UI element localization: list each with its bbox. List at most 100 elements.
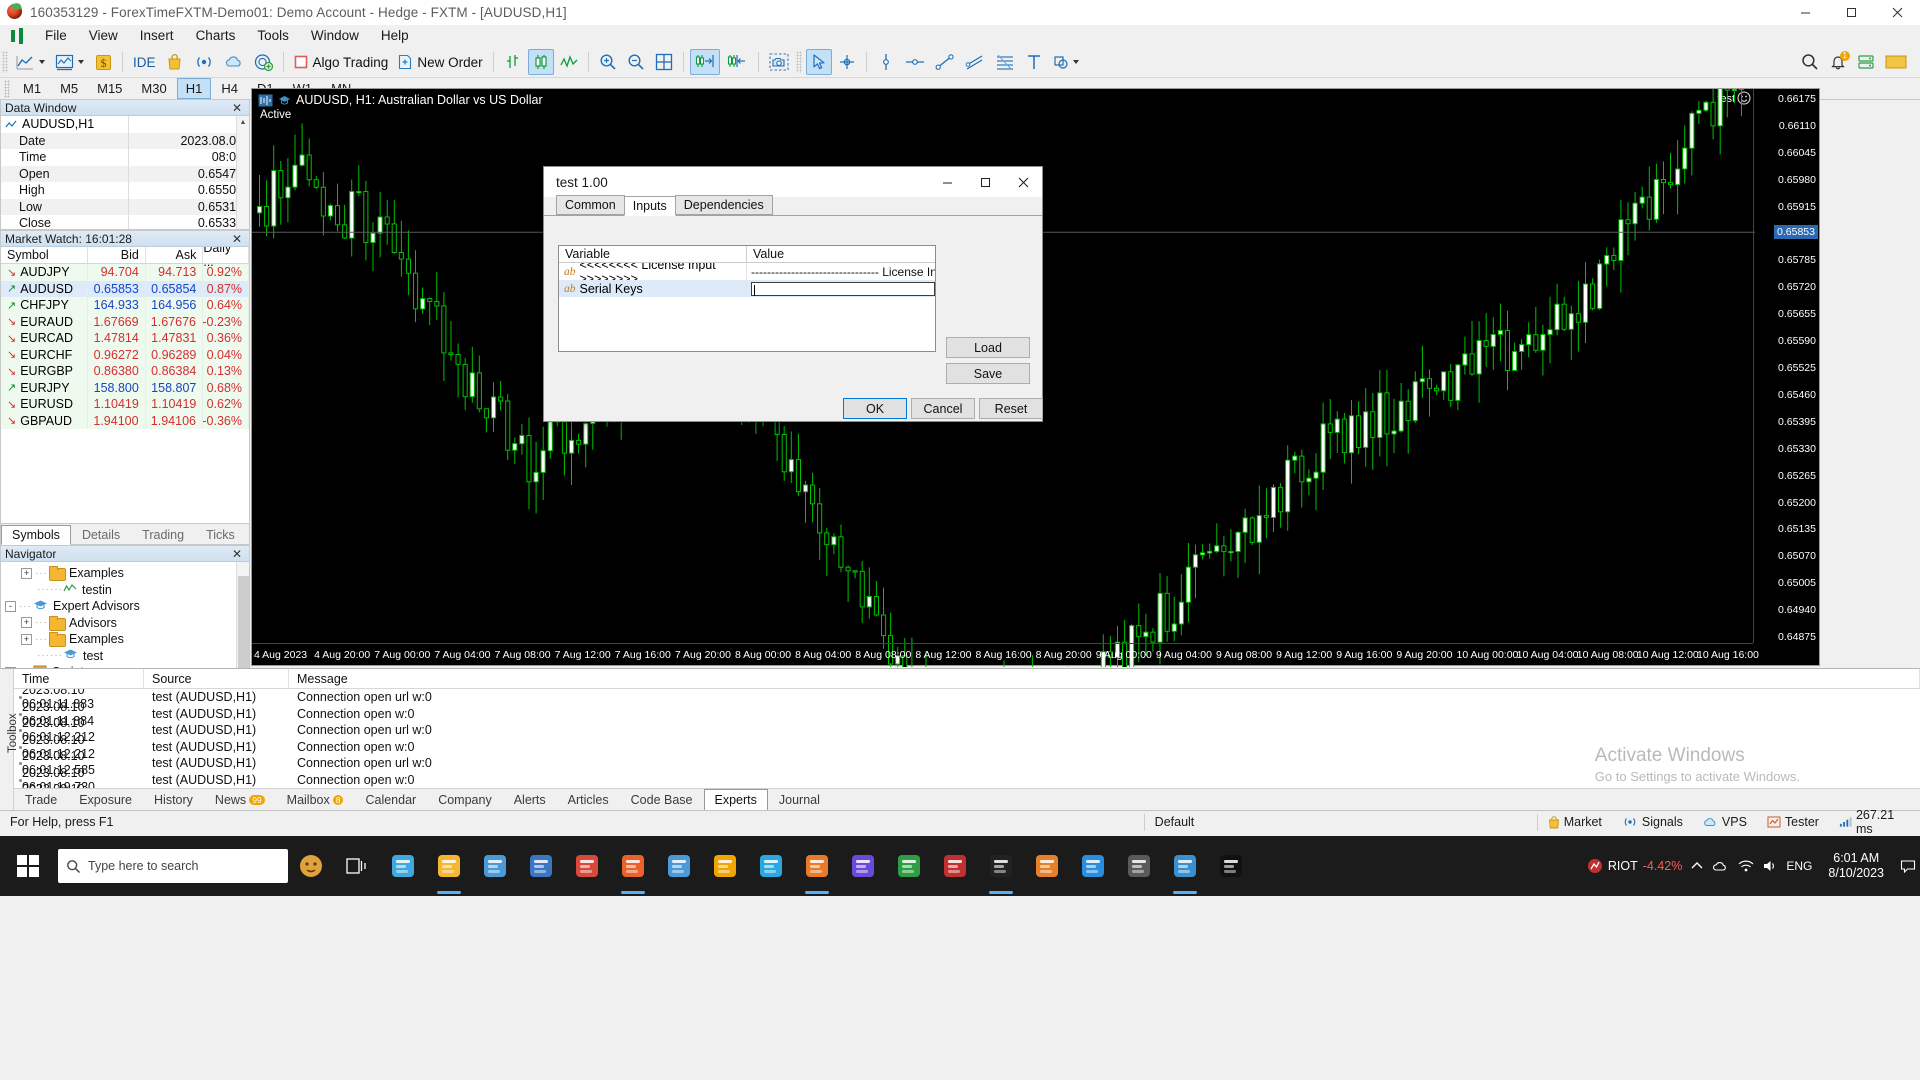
zoom-in-icon[interactable] xyxy=(595,49,621,75)
mql5-community-icon[interactable] xyxy=(250,49,277,75)
toolbox-tab-history[interactable]: History xyxy=(143,789,204,810)
toolbox-tab-exposure[interactable]: Exposure xyxy=(68,789,143,810)
brave-icon[interactable] xyxy=(794,836,840,896)
market-watch-row[interactable]: ↘EURCHF0.962720.962890.04% xyxy=(1,347,249,364)
toolbar-grip[interactable] xyxy=(2,51,8,73)
photos-icon[interactable] xyxy=(1116,836,1162,896)
tab-symbols[interactable]: Symbols xyxy=(1,525,71,545)
toolbox-tab-trade[interactable]: Trade xyxy=(14,789,68,810)
calculator-icon[interactable] xyxy=(1070,836,1116,896)
col-symbol[interactable]: Symbol xyxy=(1,247,88,263)
telegram-icon[interactable] xyxy=(748,836,794,896)
currency-icon[interactable]: $ xyxy=(90,49,116,75)
col-value[interactable]: Value xyxy=(747,246,935,262)
col-time[interactable]: Time xyxy=(14,669,144,688)
menu-window[interactable]: Window xyxy=(300,25,370,47)
candlestick-chart-icon[interactable] xyxy=(528,49,554,75)
market-watch-row[interactable]: ↘AUDJPY94.70494.7130.92% xyxy=(1,264,249,281)
timeframe-m30[interactable]: M30 xyxy=(132,78,175,99)
screenshot-icon[interactable] xyxy=(765,49,793,75)
window-minimize-button[interactable] xyxy=(1782,0,1828,25)
horizontal-line-icon[interactable] xyxy=(901,49,929,75)
market-watch-row[interactable]: ↗EURJPY158.800158.8070.68% xyxy=(1,380,249,397)
crosshair-icon[interactable] xyxy=(834,49,860,75)
tab-trading[interactable]: Trading xyxy=(131,525,195,544)
timeframe-m5[interactable]: M5 xyxy=(51,78,87,99)
notepad-icon[interactable] xyxy=(886,836,932,896)
scroll-up-icon[interactable]: ▲ xyxy=(237,116,249,129)
tile-windows-icon[interactable] xyxy=(651,49,677,75)
cursor-icon[interactable] xyxy=(806,49,832,75)
drawing-toolbar-grip[interactable] xyxy=(796,51,802,73)
fibonacci-icon[interactable] xyxy=(991,49,1019,75)
network-icon[interactable] xyxy=(1738,859,1754,873)
market-bag-icon[interactable] xyxy=(162,49,188,75)
market-watch-row[interactable]: ↘EURUSD1.104191.104190.62% xyxy=(1,396,249,413)
task-view-icon[interactable] xyxy=(334,836,380,896)
firefox-icon[interactable] xyxy=(610,836,656,896)
vertical-line-icon[interactable] xyxy=(873,49,899,75)
vps-cloud-icon[interactable] xyxy=(220,49,248,75)
data-window-close-icon[interactable]: ✕ xyxy=(229,101,245,115)
start-button[interactable] xyxy=(0,836,56,896)
cortana-lion-icon[interactable] xyxy=(288,836,334,896)
ok-button[interactable]: OK xyxy=(843,398,907,419)
market-watch-row[interactable]: ↘GBPAUD1.941001.94106-0.36% xyxy=(1,413,249,430)
market-watch-row[interactable]: ↘EURCAD1.478141.478310.36% xyxy=(1,330,249,347)
taskbar-clock[interactable]: 6:01 AM 8/10/2023 xyxy=(1820,851,1892,881)
notifications-icon[interactable]: 1 xyxy=(1825,49,1851,75)
text-label-icon[interactable] xyxy=(1021,49,1047,75)
bar-chart-icon[interactable] xyxy=(500,49,526,75)
mt5-icon[interactable] xyxy=(656,836,702,896)
tab-ticks[interactable]: Ticks xyxy=(195,525,246,544)
market-watch-row[interactable]: ↘EURAUD1.676691.67676-0.23% xyxy=(1,314,249,331)
navigator-item-testin[interactable]: ······testin xyxy=(1,582,249,599)
market-watch-close-icon[interactable]: ✕ xyxy=(229,232,245,246)
file-explorer-icon[interactable] xyxy=(426,836,472,896)
toolbox-tab-code-base[interactable]: Code Base xyxy=(620,789,704,810)
menu-help[interactable]: Help xyxy=(370,25,420,47)
search-icon[interactable] xyxy=(1797,49,1823,75)
reset-button[interactable]: Reset xyxy=(979,398,1043,419)
menu-view[interactable]: View xyxy=(78,25,129,47)
toolbox-tab-alerts[interactable]: Alerts xyxy=(503,789,557,810)
chart-shift-icon[interactable] xyxy=(722,49,752,75)
mail-icon[interactable] xyxy=(518,836,564,896)
col-message[interactable]: Message xyxy=(289,669,1920,688)
tab-details[interactable]: Details xyxy=(71,525,131,544)
timeframe-h4[interactable]: H4 xyxy=(212,78,247,99)
chevron-down-icon[interactable] xyxy=(78,60,84,64)
timeframe-h1[interactable]: H1 xyxy=(177,78,212,99)
zoom-icon[interactable] xyxy=(1024,836,1070,896)
ea-inputs-dialog[interactable]: test 1.00 Common Inputs Dependencies Var… xyxy=(543,166,1043,422)
chart-template-icon[interactable] xyxy=(51,49,88,75)
dialog-maximize-button[interactable] xyxy=(966,167,1004,197)
toolbox-tab-journal[interactable]: Journal xyxy=(768,789,831,810)
navigator-item-advisors[interactable]: +···Advisors xyxy=(1,615,249,632)
toolbox-tab-calendar[interactable]: Calendar xyxy=(354,789,427,810)
trendline-icon[interactable] xyxy=(931,49,959,75)
line-chart-icon[interactable] xyxy=(556,49,582,75)
navigator-close-icon[interactable]: ✕ xyxy=(229,547,245,561)
new-chart-icon[interactable] xyxy=(12,49,49,75)
col-daily[interactable]: Daily ... xyxy=(203,247,249,263)
chevron-down-icon[interactable] xyxy=(1073,60,1079,64)
vlc-icon[interactable] xyxy=(978,836,1024,896)
auto-scroll-icon[interactable] xyxy=(690,49,720,75)
vps-status-icon[interactable] xyxy=(1853,49,1879,75)
edge-icon[interactable] xyxy=(380,836,426,896)
teams-icon[interactable] xyxy=(840,836,886,896)
zoom-out-icon[interactable] xyxy=(623,49,649,75)
tree-expander[interactable]: + xyxy=(21,568,32,579)
app-icon[interactable] xyxy=(1208,836,1254,896)
load-button[interactable]: Load xyxy=(946,337,1030,358)
fullscreen-icon[interactable] xyxy=(1881,49,1911,75)
menu-tools[interactable]: Tools xyxy=(246,25,300,47)
chrome-icon[interactable] xyxy=(564,836,610,896)
status-signals[interactable]: Signals xyxy=(1612,811,1693,834)
window-maximize-button[interactable] xyxy=(1828,0,1874,25)
toolbox-tab-news[interactable]: News99 xyxy=(204,789,276,810)
ide-icon[interactable]: IDE xyxy=(129,49,160,75)
status-vps[interactable]: VPS xyxy=(1693,811,1757,834)
chevron-down-icon[interactable] xyxy=(39,60,45,64)
